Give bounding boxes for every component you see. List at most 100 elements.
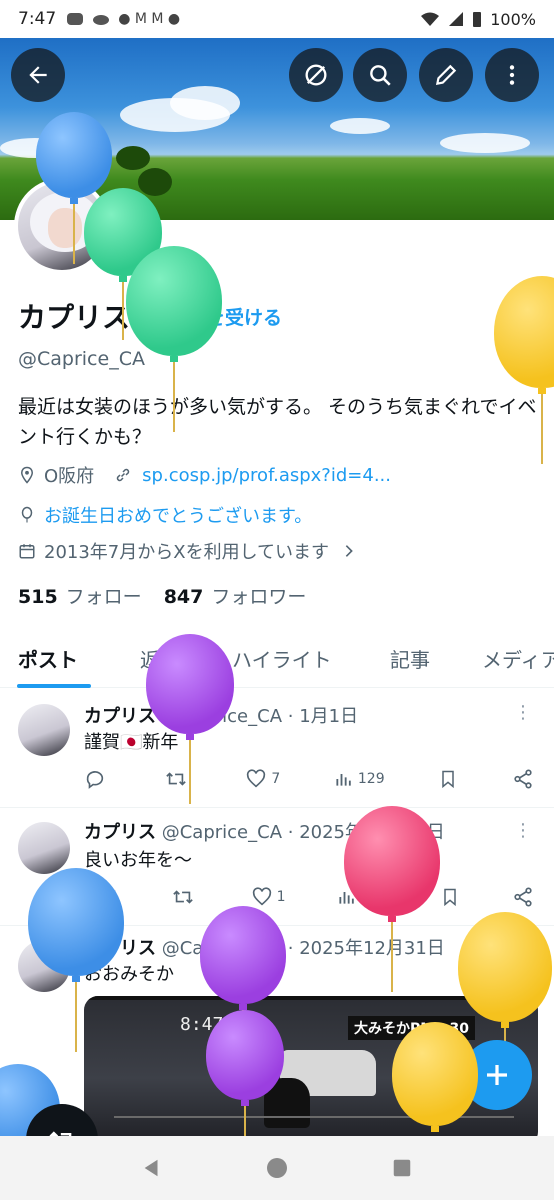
repost-button[interactable] [171,886,199,908]
notification-glyphs: ● M M ● [118,11,181,27]
back-arrow-icon [29,66,47,84]
plus-icon [487,1065,507,1085]
tweet-avatar[interactable] [18,704,70,756]
following-label: フォロー [65,586,142,608]
more-vertical-icon [509,65,515,85]
chevron-right-icon [345,545,353,557]
tweet-text: 良いお年を〜 [84,850,192,871]
location-pin-icon [20,466,34,484]
tweet-more-button[interactable]: ⋮ [514,820,532,841]
tweet-author-name: カプリス [84,822,156,843]
slash-circle-icon [305,64,327,86]
tweet-author-name: カプリス [84,706,156,727]
status-time: 7:47 [18,9,57,29]
like-count: 7 [271,771,281,787]
calendar-icon [19,544,35,559]
like-button[interactable]: 7 [245,768,280,790]
tweet-actions: 1 1 123 [84,886,534,908]
profile-birthday: お誕生日おめでとうございます。 [44,506,313,527]
back-button[interactable] [11,48,65,102]
reply-icon [86,771,104,789]
edit-pen-icon [435,64,457,86]
tweet-date: · 2025年12月31日 [287,938,445,959]
tweet-more-button[interactable]: ⋮ [514,702,532,723]
active-tab-indicator [17,684,91,688]
reply-button[interactable] [84,768,110,790]
views-count: 129 [357,771,385,787]
bookmark-button[interactable] [438,768,458,790]
share-button[interactable] [512,768,534,790]
tab-articles[interactable]: 記事 [390,644,430,673]
tweet-item[interactable]: カプリス @Caprice_CA · 1月1日 ⋮ 謹賀🇯🇵新年 7 129 [0,690,554,808]
banner-cloud [170,86,240,120]
following-count: 515 [18,586,58,608]
profile-joined-row[interactable]: 2013年7月からXを利用しています [18,538,357,564]
bookmark-icon [442,770,455,789]
like-button[interactable]: 1 [251,886,286,908]
share-icon [514,769,532,789]
search-button[interactable] [353,48,407,102]
share-icon [514,887,532,907]
like-heart-icon [252,887,271,906]
edit-button[interactable] [419,48,473,102]
tweet-actions: 7 129 [84,768,534,790]
following-link[interactable]: 515 フォロー [18,582,142,609]
repost-button[interactable] [164,768,192,790]
tweet-author-handle: @Caprice_CA [161,822,283,843]
like-count: 1 [276,889,286,905]
tab-posts[interactable]: ポスト [18,644,78,673]
grok-button[interactable] [289,48,343,102]
signal-icon [449,12,464,26]
views-chart-icon [336,774,351,786]
cloud-icon [93,15,110,25]
banner-tree [138,168,172,196]
followers-link[interactable]: 847 フォロワー [164,582,307,609]
line-app-icon [67,13,84,25]
battery-icon [473,12,482,27]
battery-level: 100% [490,9,536,29]
status-bar: 7:47 ● M M ● 100% [0,0,554,38]
tab-media[interactable]: メディア [482,644,554,673]
tab-highlights[interactable]: ハイライト [232,644,332,673]
followers-count: 847 [163,586,204,608]
tweet-text-part: 謹賀 [84,732,120,753]
profile-tabs: ポスト 返信 ハイライト 記事 メディア [0,630,554,688]
banner-tree [116,146,150,170]
profile-bio: 最近は女装のほうが多い気がする。 そのうち気まぐれでイベント行くかも？ [18,396,537,448]
share-button[interactable] [512,886,534,908]
nav-back-icon[interactable] [141,1157,163,1179]
repost-icon [165,772,186,786]
banner-cloud [330,118,390,134]
more-options-button[interactable] [485,48,539,102]
profile-meta-location-row: O阪府 sp.cosp.jp/prof.aspx?id=4... [18,462,391,488]
profile-website-link[interactable]: sp.cosp.jp/prof.aspx?id=4... [142,465,391,486]
bookmark-button[interactable] [440,886,460,908]
wifi-icon [421,12,440,26]
banner-cloud [440,133,530,153]
bookmark-icon [444,888,456,907]
profile-joined-date: 2013年7月からXを利用しています [44,542,330,563]
follow-stats: 515 フォロー 847 フォロワー [18,582,306,609]
views-button[interactable]: 129 [334,769,385,789]
search-icon [370,65,391,86]
tweet-text: 謹賀🇯🇵新年 [84,728,178,754]
like-heart-icon [247,769,266,788]
notification-icons: ● M M ● [66,11,180,27]
nav-home-icon[interactable] [265,1156,289,1180]
profile-name: カプリス [18,301,131,334]
profile-location: O阪府 [44,466,95,487]
status-right: 100% [420,10,536,29]
tweet-avatar[interactable] [18,822,70,874]
tweet-text-part: 新年 [142,732,179,753]
link-icon [116,468,130,482]
followers-label: フォロワー [211,586,307,608]
japan-flag-emoji: 🇯🇵 [120,732,143,753]
repost-icon [173,890,193,904]
tweet-date: · 1月1日 [287,706,359,727]
avatar-face [48,208,82,248]
system-navigation-bar [0,1136,554,1200]
nav-recents-icon[interactable] [391,1157,413,1179]
profile-birthday-row: お誕生日おめでとうございます。 [18,502,312,528]
profile-handle: @Caprice_CA [18,348,145,370]
balloon-icon [21,506,33,523]
